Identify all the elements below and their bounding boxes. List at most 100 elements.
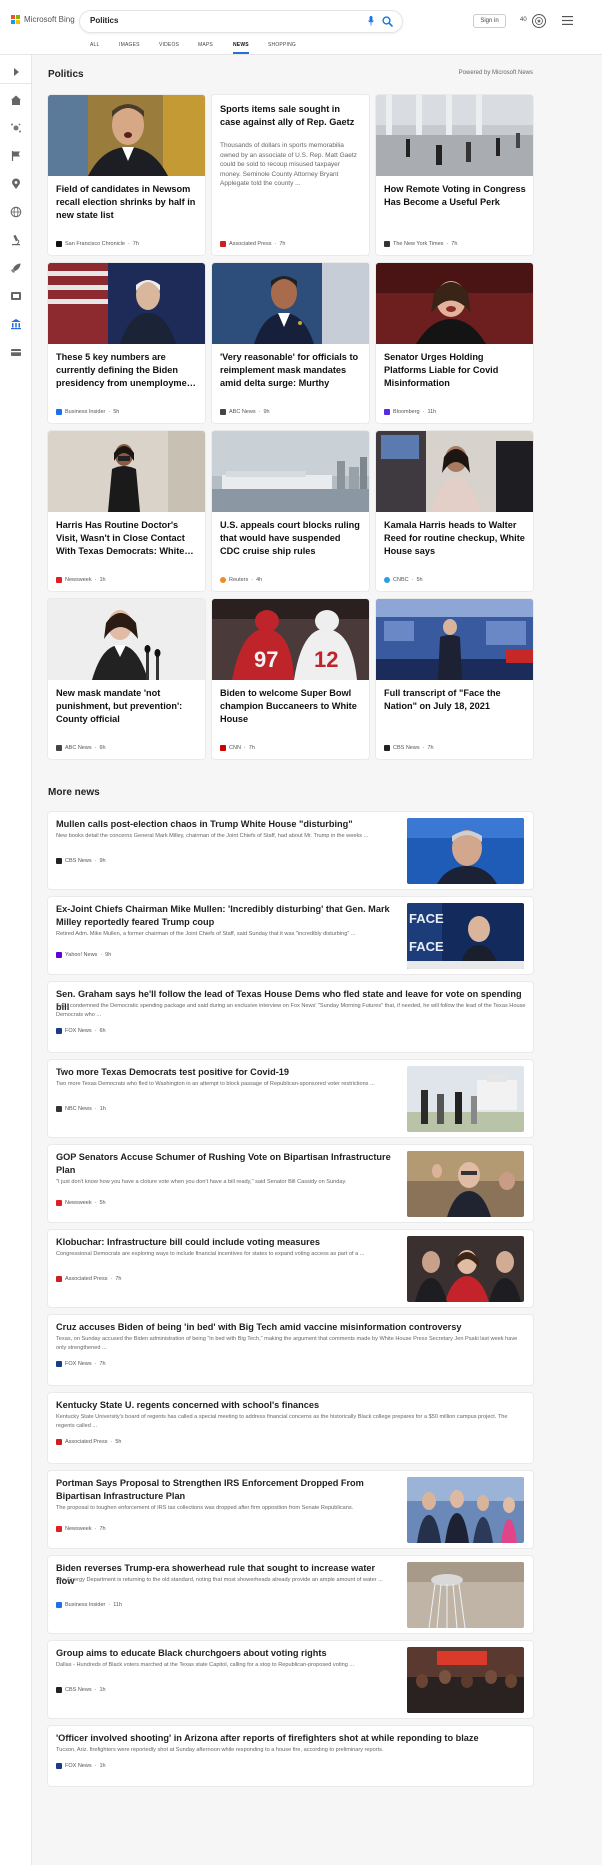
news-title[interactable]: Mullen calls post-election chaos in Trum… [56,818,396,831]
microphone-icon[interactable] [368,16,374,26]
news-card[interactable]: These 5 key numbers are currently defini… [48,263,205,423]
card-source: Associated Press · 7h [220,241,285,247]
scope-news[interactable]: NEWS [233,42,249,54]
news-list-item[interactable]: Sen. Graham says he'll follow the lead o… [48,982,533,1052]
news-card[interactable]: 97 12 Biden to welcome Super Bowl champio… [212,599,369,759]
scope-videos[interactable]: VIDEOS [159,42,179,48]
politics-flag-icon[interactable] [10,150,22,162]
publisher-logo-icon [56,241,62,247]
news-list-item[interactable]: Ex-Joint Chiefs Chairman Mike Mullen: 'I… [48,897,533,974]
news-card[interactable]: How Remote Voting in Congress Has Become… [376,95,533,255]
source-age: 5h [99,1200,106,1206]
source-name: NBC News [65,1106,92,1112]
publisher-logo-icon [384,745,390,751]
news-source: Associated Press · 5h [56,1439,121,1445]
news-title[interactable]: Portman Says Proposal to Strengthen IRS … [56,1477,396,1503]
news-summary: Congressional Democrats are exploring wa… [56,1251,365,1257]
news-title[interactable]: Cruz accuses Biden of being 'in bed' wit… [56,1321,526,1334]
news-title[interactable]: Two more Texas Democrats test positive f… [56,1066,396,1079]
search-icon[interactable] [382,16,393,27]
news-card[interactable]: Senator Urges Holding Platforms Liable f… [376,263,533,423]
card-title[interactable]: These 5 key numbers are currently defini… [56,351,198,390]
search-box[interactable]: Politics [80,11,402,32]
card-image [376,95,533,176]
source-age: 4h [256,577,263,583]
news-list-item[interactable]: Biden reverses Trump-era showerhead rule… [48,1556,533,1633]
news-list-item[interactable]: 'Officer involved shooting' in Arizona a… [48,1726,533,1786]
bing-logo[interactable]: Microsoft Bing [11,15,75,24]
news-card[interactable]: Sports items sale sought in case against… [212,95,369,255]
card-title[interactable]: Full transcript of "Face the Nation" on … [384,687,526,713]
news-title[interactable]: Ex-Joint Chiefs Chairman Mike Mullen: 'I… [56,903,396,929]
rewards-points[interactable]: 40 [520,17,527,23]
science-microscope-icon[interactable] [10,234,22,246]
news-source: FOX News · 6h [56,1028,106,1034]
news-summary: Two more Texas Democrats who fled to Was… [56,1081,375,1087]
news-card[interactable]: Harris Has Routine Doctor's Visit, Wasn'… [48,431,205,591]
source-name: Associated Press [229,241,272,247]
hamburger-menu-icon[interactable] [562,16,573,25]
scope-shopping[interactable]: SHOPPING [268,42,296,48]
coronavirus-icon[interactable] [10,122,22,134]
card-source: San Francisco Chronicle · 7h [56,241,139,247]
news-card[interactable]: New mask mandate 'not punishment, but pr… [48,599,205,759]
card-title[interactable]: How Remote Voting in Congress Has Become… [384,183,526,209]
sports-rocket-icon[interactable] [10,262,22,274]
card-title[interactable]: Sports items sale sought in case against… [220,103,362,129]
news-title[interactable]: 'Officer involved shooting' in Arizona a… [56,1732,526,1745]
business-bank-icon[interactable] [10,318,22,330]
news-card[interactable]: Field of candidates in Newsom recall ele… [48,95,205,255]
card-title[interactable]: Field of candidates in Newsom recall ele… [56,183,198,222]
source-name: CNBC [393,577,409,583]
source-age: 1h [99,1763,106,1769]
news-card[interactable]: Kamala Harris heads to Walter Reed for r… [376,431,533,591]
source-name: San Francisco Chronicle [65,241,125,247]
card-title[interactable]: U.S. appeals court blocks ruling that wo… [220,519,362,558]
news-card[interactable]: U.S. appeals court blocks ruling that wo… [212,431,369,591]
location-pin-icon[interactable] [10,178,22,190]
scope-all[interactable]: ALL [90,42,100,48]
news-list-item[interactable]: Group aims to educate Black churchgoers … [48,1641,533,1718]
source-age: 5h [115,1439,122,1445]
source-age: 11h [113,1602,122,1608]
card-title[interactable]: New mask mandate 'not punishment, but pr… [56,687,198,726]
news-list-item[interactable]: Klobuchar: Infrastructure bill could inc… [48,1230,533,1307]
news-title[interactable]: GOP Senators Accuse Schumer of Rushing V… [56,1151,396,1177]
scope-maps[interactable]: MAPS [198,42,213,48]
expand-sidebar-icon[interactable] [10,66,22,78]
source-age: 9h [105,952,112,958]
sign-in-button[interactable]: Sign in [473,14,506,28]
card-title[interactable]: Biden to welcome Super Bowl champion Buc… [220,687,362,726]
news-list-item[interactable]: GOP Senators Accuse Schumer of Rushing V… [48,1145,533,1222]
card-title[interactable]: Kamala Harris heads to Walter Reed for r… [384,519,526,558]
money-card-icon[interactable] [10,346,22,358]
news-source: CBS News · 1h [56,1687,106,1693]
news-card[interactable]: 'Very reasonable' for officials to reimp… [212,263,369,423]
news-title[interactable]: Klobuchar: Infrastructure bill could inc… [56,1236,396,1249]
card-title[interactable]: 'Very reasonable' for officials to reimp… [220,351,362,390]
source-age: 7h [99,1361,106,1367]
news-list-item[interactable]: Two more Texas Democrats test positive f… [48,1060,533,1137]
globe-icon[interactable] [10,206,22,218]
news-title[interactable]: Group aims to educate Black churchgoers … [56,1647,396,1660]
news-list-item[interactable]: Mullen calls post-election chaos in Trum… [48,812,533,889]
news-list-item[interactable]: Portman Says Proposal to Strengthen IRS … [48,1471,533,1548]
news-summary: Tucson, Ariz. firefighters were reported… [56,1747,384,1753]
card-title[interactable]: Senator Urges Holding Platforms Liable f… [384,351,526,390]
rewards-medal-icon[interactable] [531,13,547,29]
entertainment-film-icon[interactable] [10,290,22,302]
news-summary: Dallas - Hundreds of Black voters marche… [56,1662,355,1668]
news-title[interactable]: Kentucky State U. regents concerned with… [56,1399,526,1412]
search-input[interactable]: Politics [90,16,118,25]
card-title[interactable]: Harris Has Routine Doctor's Visit, Wasn'… [56,519,198,558]
news-list-item[interactable]: Cruz accuses Biden of being 'in bed' wit… [48,1315,533,1385]
source-age: 6h [99,745,106,751]
news-list-item[interactable]: Kentucky State U. regents concerned with… [48,1393,533,1463]
home-icon[interactable] [10,94,22,106]
news-source: FOX News · 7h [56,1361,106,1367]
scope-images[interactable]: IMAGES [119,42,140,48]
publisher-logo-icon [384,241,390,247]
news-source: NBC News · 1h [56,1106,106,1112]
card-image [376,431,533,512]
news-card[interactable]: Full transcript of "Face the Nation" on … [376,599,533,759]
